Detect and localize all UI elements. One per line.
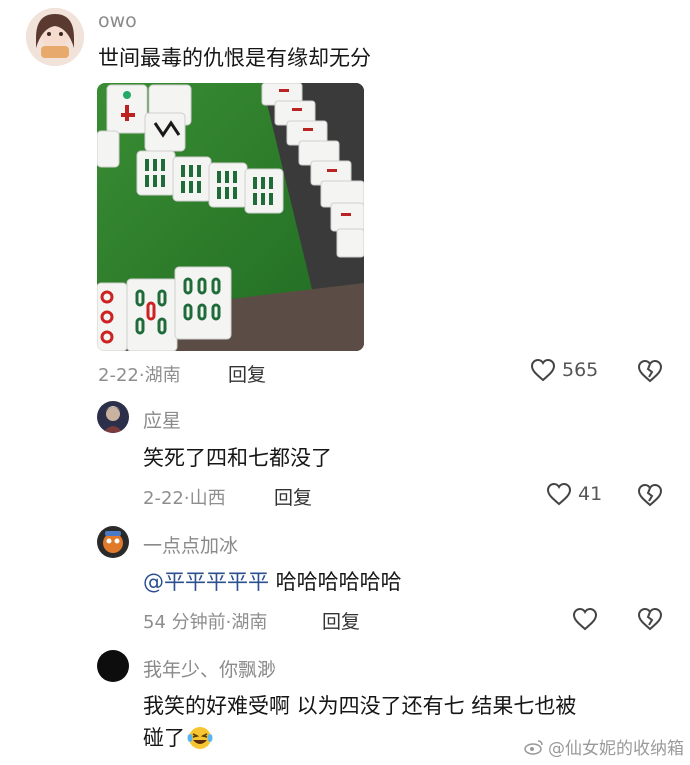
comment-text: @平平平平平 哈哈哈哈哈哈 [143,566,402,598]
comment-meta: 2-22·湖南 [98,361,181,387]
heart-outline-icon [546,482,572,506]
comment-username[interactable]: 一点点加冰 [143,531,238,558]
comment-location: 湖南 [231,612,268,633]
heart-outline-icon [572,607,598,631]
avatar-yingxing[interactable] [97,401,129,433]
comment-date: 2-22 [143,488,184,509]
dislike-button[interactable] [637,607,663,635]
weibo-logo-icon [524,739,543,755]
comment-meta: 54 分钟前·湖南 [143,608,267,634]
broken-heart-icon [637,359,663,383]
like-button[interactable] [572,607,598,631]
comment-text: 世间最毒的仇恨是有缘却无分 [98,46,371,70]
comment-date: 2-22 [98,365,139,386]
avatar-woniansha[interactable] [97,650,129,682]
broken-heart-icon [637,607,663,631]
comment-body: 哈哈哈哈哈哈 [269,570,402,594]
like-count: 565 [562,359,599,381]
comment-image-mahjong[interactable] [97,83,364,351]
comment-location: 山西 [189,488,226,509]
broken-heart-icon [637,483,663,507]
mention-link[interactable]: @平平平平平 [143,570,269,594]
comment-username[interactable]: owo [98,10,137,32]
watermark-text: @仙女妮的收纳箱 [548,739,684,759]
comment-date: 54 分钟前 [143,612,226,633]
comment-username[interactable]: 我年少、你飘渺 [143,655,276,682]
reply-button[interactable]: 回复 [228,360,266,387]
dislike-button[interactable] [637,359,663,387]
comment-text-line2: 碰了 [143,726,185,750]
comment-text-line: 我笑的好难受啊 以为四没了还有七 结果七也被 [143,694,577,718]
comment-meta: 2-22·山西 [143,484,226,510]
comment-username[interactable]: 应星 [143,406,181,433]
weibo-watermark: @仙女妮的收纳箱 [524,734,684,759]
dislike-button[interactable] [637,483,663,511]
avatar-yidiandianjiabing[interactable] [97,526,129,558]
like-button[interactable]: 565 [530,358,598,382]
reply-button[interactable]: 回复 [274,483,312,510]
reply-button[interactable]: 回复 [322,607,360,634]
like-button[interactable]: 41 [546,482,602,506]
avatar-owo[interactable] [26,8,84,66]
laughing-crying-emoji-icon [187,727,213,749]
heart-outline-icon [530,358,556,382]
comment-location: 湖南 [144,365,181,386]
comment-text: 笑死了四和七都没了 [143,446,332,470]
like-count: 41 [578,483,603,505]
